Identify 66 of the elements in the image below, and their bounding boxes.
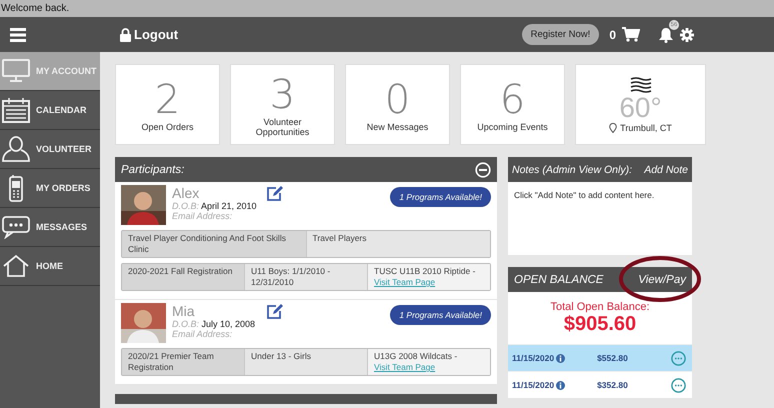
stat-label: Upcoming Events — [477, 122, 548, 132]
total-amount: $905.60 — [564, 313, 636, 336]
chat-icon — [2, 215, 30, 239]
edit-icon[interactable] — [266, 185, 284, 202]
birth-date: D.O.B: July 10, 2008 — [172, 319, 256, 329]
path-step: Travel Player Conditioning And Foot Skills Clinic — [122, 231, 306, 257]
notes-text: Click "Add Note" to add content here. — [513, 189, 656, 202]
fog-icon — [630, 76, 652, 92]
stat-card[interactable]: 3 Volunteer Opportunities — [230, 64, 335, 145]
edit-icon[interactable] — [266, 303, 284, 320]
cart-count: 0 — [609, 28, 616, 42]
menu-icon[interactable] — [10, 28, 26, 42]
panel-title: Participants: — [121, 164, 184, 176]
path-step: Travel Players — [306, 231, 490, 257]
path-step: TUSC U11B 2010 Riptide - Visit Team Page — [368, 264, 490, 290]
programs-button[interactable]: 1 Programs Available! — [390, 187, 491, 207]
home-icon — [2, 254, 30, 278]
monitor-icon — [2, 59, 30, 83]
stat-value: 6 — [500, 78, 526, 122]
balance-row[interactable]: 11/15/2020 $552.80 — [508, 344, 692, 371]
email-label: Email Address: — [172, 329, 232, 339]
cart-icon[interactable] — [622, 27, 640, 42]
panel-title: OPEN BALANCE — [514, 274, 604, 286]
welcome-text: Welcome back. — [1, 3, 70, 14]
email-label: Email Address: — [172, 211, 232, 221]
stat-value: 2 — [154, 78, 180, 122]
info-icon — [556, 354, 566, 362]
invoice-amount: $552.80 — [597, 353, 628, 363]
path-step: 2020/21 Premier Team Registration — [122, 349, 245, 375]
path-step: 2020-2021 Fall Registration — [122, 264, 245, 290]
participant-name: Alex — [172, 185, 200, 201]
location-pin-icon — [609, 122, 618, 132]
programs-button[interactable]: 1 Programs Available! — [390, 305, 491, 325]
info-icon — [556, 380, 566, 390]
calendar-icon — [2, 97, 30, 123]
bell-icon[interactable] — [658, 26, 674, 43]
invoice-date: 11/15/2020 — [512, 380, 554, 390]
stat-label: New Messages — [366, 122, 428, 132]
lock-icon — [120, 28, 131, 42]
stat-value: 0 — [384, 78, 410, 122]
path-step: U11 Boys: 1/1/2010 - 12/31/2010 — [245, 264, 368, 290]
more-icon[interactable] — [671, 378, 686, 392]
balance-row[interactable]: 11/15/2020 $352.80 — [508, 371, 692, 398]
panel-title: Notes (Admin View Only): — [512, 164, 632, 176]
collapse-icon[interactable] — [475, 162, 491, 178]
stat-value: 3 — [270, 72, 296, 116]
invoice-amount: $352.80 — [597, 380, 628, 390]
total-label: Total Open Balance: — [550, 301, 650, 313]
location-text: Trumbull, CT — [620, 122, 672, 132]
stat-card[interactable]: 6 Upcoming Events — [460, 64, 565, 145]
person-icon — [2, 136, 30, 162]
settings-icon[interactable] — [680, 28, 694, 42]
stat-card[interactable]: 0 New Messages — [345, 64, 450, 145]
view-pay-link[interactable]: View/Pay — [638, 274, 686, 286]
birth-date: D.O.B: April 21, 2010 — [172, 201, 257, 211]
stat-label: Open Orders — [141, 122, 194, 132]
stat-label: Volunteer Opportunities — [254, 116, 310, 136]
path-step: U13G 2008 Wildcats - Visit Team Page — [368, 349, 490, 375]
temperature: 60° — [619, 92, 662, 122]
stat-card[interactable]: 2 Open Orders — [115, 64, 220, 145]
logout-button[interactable]: Logout — [120, 27, 178, 42]
register-button[interactable]: Register Now! — [522, 24, 600, 45]
participant-name: Mia — [172, 303, 195, 319]
path-step: Under 13 - Girls — [245, 349, 368, 375]
invoice-date: 11/15/2020 — [512, 353, 554, 363]
add-note-link[interactable]: Add Note — [644, 164, 688, 176]
